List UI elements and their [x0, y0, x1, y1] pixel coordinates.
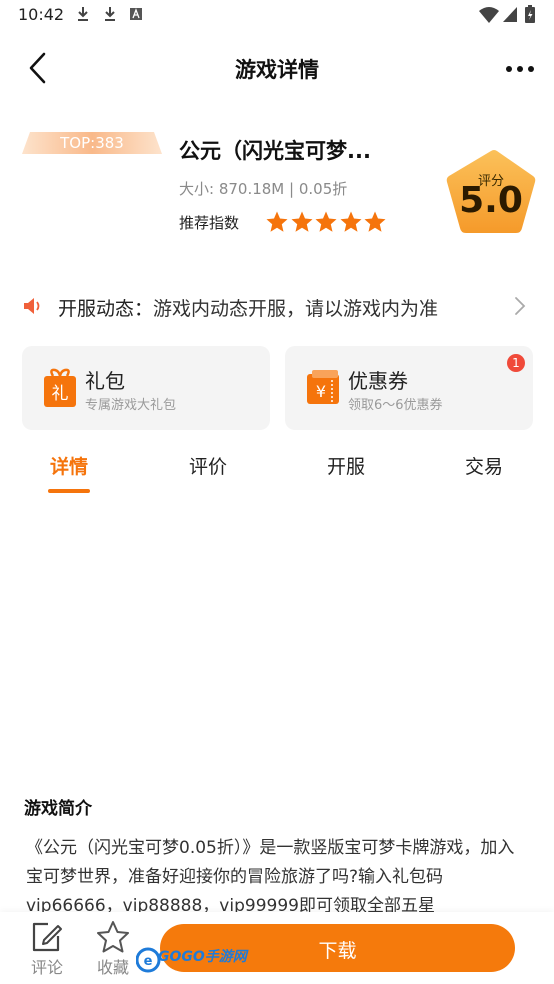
coupon-icon-glyph: ¥ — [316, 382, 326, 401]
star-icon — [364, 211, 386, 232]
watermark-text: GOGO手游网 — [158, 949, 247, 965]
a-box-icon — [130, 8, 142, 20]
svg-text:e: e — [144, 954, 153, 969]
rank-label: TOP:383 — [60, 134, 124, 152]
more-options-button[interactable] — [500, 54, 540, 84]
server-announcement[interactable]: 开服动态：游戏内动态开服，请以游戏内为准 — [58, 294, 438, 321]
star-icon — [291, 211, 313, 232]
coupon-card-subtitle: 领取6～6优惠券 — [348, 398, 443, 413]
recommend-label: 推荐指数 — [179, 214, 240, 232]
star-icon — [315, 211, 337, 232]
score-value: 5.0 — [459, 180, 523, 221]
tab-trade[interactable]: 交易 — [434, 452, 534, 479]
gift-icon-glyph: 礼 — [52, 384, 69, 404]
speaker-icon — [24, 298, 40, 314]
page-title: 游戏详情 — [235, 58, 319, 82]
comment-edit-icon[interactable] — [30, 920, 64, 954]
tab-details[interactable]: 详情 — [19, 452, 119, 479]
coupon-count-badge: 1 — [507, 354, 525, 372]
download-icon — [105, 7, 115, 21]
announcement-text: 游戏内动态开服，请以游戏内为准 — [153, 298, 439, 320]
chevron-right-icon[interactable] — [510, 295, 530, 317]
gift-card-subtitle: 专属游戏大礼包 — [85, 398, 177, 413]
status-bar: 10:42 — [0, 0, 554, 30]
star-icon — [266, 211, 288, 232]
recommend-stars — [265, 210, 388, 234]
star-icon — [340, 211, 362, 232]
intro-heading: 游戏简介 — [24, 799, 92, 819]
coupon-card-title: 优惠券 — [348, 369, 408, 393]
favorite-label[interactable]: 收藏 — [88, 954, 138, 978]
game-title: 公元（闪光宝可梦... — [179, 139, 371, 163]
active-tab-indicator — [48, 489, 90, 493]
intro-body: 《公元（闪光宝可梦0.05折）》是一款竖版宝可梦卡牌游戏，加入宝可梦世界，准备好… — [26, 838, 515, 916]
tab-reviews[interactable]: 评价 — [158, 452, 258, 479]
status-time: 10:42 — [18, 5, 65, 24]
signal-icon — [503, 7, 517, 22]
tab-servers[interactable]: 开服 — [296, 452, 396, 479]
comment-label[interactable]: 评论 — [22, 954, 72, 978]
coupon-icon: ¥ — [307, 370, 339, 404]
gift-card-title: 礼包 — [85, 369, 125, 393]
star-outline-icon[interactable] — [96, 920, 130, 954]
announcement-heading: 开服动态： — [58, 298, 154, 320]
download-icon — [78, 7, 88, 21]
wifi-icon — [479, 7, 499, 23]
gift-icon: 礼 — [44, 368, 76, 407]
game-size-discount: 大小: 870.18M | 0.05折 — [179, 180, 348, 198]
battery-icon — [525, 5, 535, 23]
